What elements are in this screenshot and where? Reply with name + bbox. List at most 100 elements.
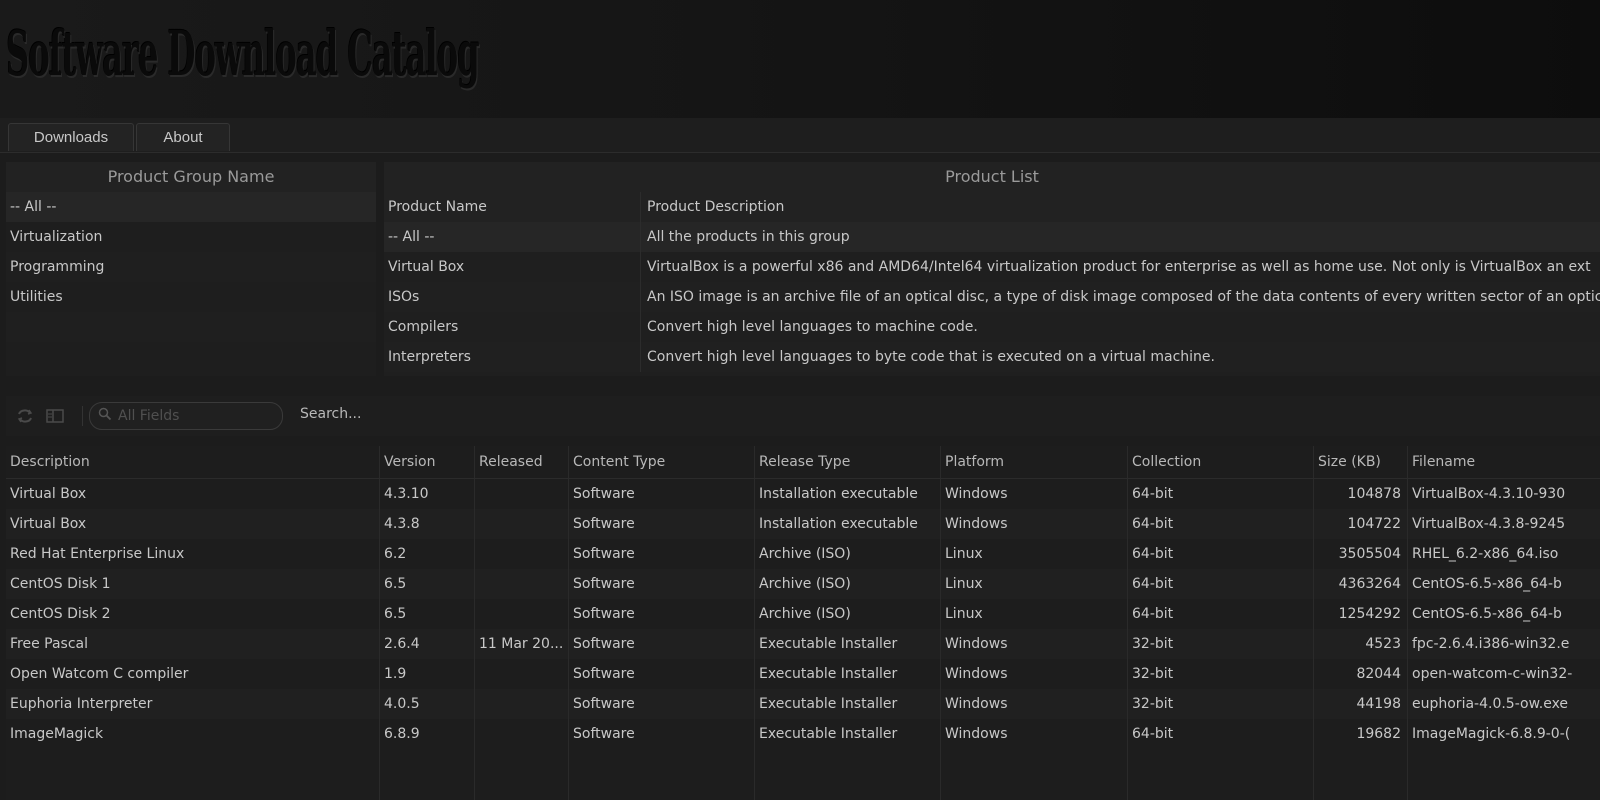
- product-list-header: Product Name Product Description: [384, 192, 1600, 222]
- search-label: Search...: [300, 406, 362, 422]
- cell-collection: 64-bit: [1128, 539, 1314, 569]
- table-header: Description Version Released Content Typ…: [6, 446, 1600, 479]
- column-header-filename[interactable]: Filename: [1408, 446, 1600, 478]
- empty-cell: [569, 749, 755, 800]
- cell-collection: 64-bit: [1128, 509, 1314, 539]
- cell-version: 6.2: [380, 539, 475, 569]
- cell-size: 82044: [1314, 659, 1408, 689]
- cell-filename: RHEL_6.2-x86_64.iso: [1412, 546, 1559, 562]
- table-row[interactable]: Open Watcom C compiler 1.9 Software Executa…: [6, 659, 1600, 689]
- cell-release-type: Executable Installer: [755, 629, 941, 659]
- cell-content-type: Software: [569, 569, 755, 599]
- product-row[interactable]: Virtual Box VirtualBox is a powerful x86…: [384, 252, 1600, 282]
- column-header-product-description[interactable]: Product Description: [641, 192, 1600, 222]
- cell-released: 11 Mar 20...: [475, 629, 569, 659]
- table-row[interactable]: CentOS Disk 1 6.5 Software Archive (ISO) Lin…: [6, 569, 1600, 599]
- column-header-description[interactable]: Description: [6, 446, 380, 478]
- cell-release-type: Archive (ISO): [755, 569, 941, 599]
- column-header-product-name[interactable]: Product Name: [384, 192, 641, 222]
- cell-filename: ImageMagick-6.8.9-0-(: [1412, 726, 1571, 742]
- column-header-release-type[interactable]: Release Type: [755, 446, 941, 478]
- table-row[interactable]: Euphoria Interpreter 4.0.5 Software Executa…: [6, 689, 1600, 719]
- group-item-virtualization[interactable]: Virtualization: [6, 222, 376, 252]
- group-item-utilities[interactable]: Utilities: [6, 282, 376, 312]
- cell-size: 104878: [1314, 479, 1408, 509]
- group-item-programming[interactable]: Programming: [6, 252, 376, 282]
- cell-platform: Windows: [941, 689, 1128, 719]
- cell-collection: 64-bit: [1128, 599, 1314, 629]
- cell-platform: Linux: [941, 599, 1128, 629]
- cell-platform: Windows: [941, 509, 1128, 539]
- cell-size: 104722: [1314, 509, 1408, 539]
- product-row[interactable]: Interpreters Convert high level language…: [384, 342, 1600, 372]
- column-header-content-type[interactable]: Content Type: [569, 446, 755, 478]
- cell-released: [475, 659, 569, 689]
- cell-released: [475, 509, 569, 539]
- search-box[interactable]: [89, 402, 283, 430]
- cell-collection: 64-bit: [1128, 569, 1314, 599]
- product-row[interactable]: ISOs An ISO image is an archive file of …: [384, 282, 1600, 312]
- table-row[interactable]: ImageMagick 6.8.9 Software Executable Insta…: [6, 719, 1600, 749]
- cell-size: 4523: [1314, 629, 1408, 659]
- column-header-version[interactable]: Version: [380, 446, 475, 478]
- downloads-toolbar: Search...: [6, 396, 1600, 436]
- product-name: -- All --: [384, 222, 641, 252]
- tab-downloads[interactable]: Downloads: [8, 123, 134, 151]
- table-row[interactable]: Red Hat Enterprise Linux 6.2 Software Archi…: [6, 539, 1600, 569]
- columns-toggle-icon[interactable]: [46, 408, 64, 424]
- product-row[interactable]: -- All -- All the products in this group: [384, 222, 1600, 252]
- cell-content-type: Software: [569, 689, 755, 719]
- cell-platform: Windows: [941, 629, 1128, 659]
- downloads-table: Description Version Released Content Typ…: [6, 446, 1600, 800]
- cell-version: 2.6.4: [380, 629, 475, 659]
- table-row[interactable]: Free Pascal 2.6.4 11 Mar 20... Software Exec…: [6, 629, 1600, 659]
- column-header-collection[interactable]: Collection: [1128, 446, 1314, 478]
- column-header-platform[interactable]: Platform: [941, 446, 1128, 478]
- product-description: All the products in this group: [647, 229, 850, 245]
- cell-size: 4363264: [1314, 569, 1408, 599]
- cell-released: [475, 599, 569, 629]
- search-input[interactable]: [116, 406, 278, 426]
- empty-cell: [475, 749, 569, 800]
- product-list-panel: Product List Product Name Product Descri…: [384, 162, 1600, 376]
- table-empty-area: [6, 749, 1600, 800]
- cell-released: [475, 719, 569, 749]
- cell-description: ImageMagick: [6, 719, 380, 749]
- table-row[interactable]: Virtual Box 4.3.8 Software Installation exe…: [6, 509, 1600, 539]
- cell-description: Open Watcom C compiler: [6, 659, 380, 689]
- table-row[interactable]: Virtual Box 4.3.10 Software Installation ex…: [6, 479, 1600, 509]
- column-header-size[interactable]: Size (KB): [1314, 446, 1408, 478]
- product-list-title: Product List: [384, 162, 1600, 192]
- cell-description: Euphoria Interpreter: [6, 689, 380, 719]
- cell-release-type: Installation executable: [755, 509, 941, 539]
- cell-filename: CentOS-6.5-x86_64-b: [1412, 576, 1562, 592]
- cell-release-type: Executable Installer: [755, 659, 941, 689]
- cell-platform: Windows: [941, 479, 1128, 509]
- cell-description: CentOS Disk 2: [6, 599, 380, 629]
- cell-released: [475, 569, 569, 599]
- cell-description: Virtual Box: [6, 479, 380, 509]
- cell-size: 1254292: [1314, 599, 1408, 629]
- cell-platform: Windows: [941, 719, 1128, 749]
- refresh-icon[interactable]: [16, 408, 34, 424]
- empty-cell: [755, 749, 941, 800]
- column-header-released[interactable]: Released: [475, 446, 569, 478]
- product-group-header[interactable]: Product Group Name: [6, 162, 376, 192]
- empty-cell: [941, 749, 1128, 800]
- product-group-panel: Product Group Name -- All -- Virtualizat…: [6, 162, 376, 376]
- table-row[interactable]: CentOS Disk 2 6.5 Software Archive (ISO) Lin…: [6, 599, 1600, 629]
- empty-cell: [1408, 749, 1600, 800]
- cell-description: Red Hat Enterprise Linux: [6, 539, 380, 569]
- empty-cell: [6, 749, 380, 800]
- product-row[interactable]: Compilers Convert high level languages t…: [384, 312, 1600, 342]
- tab-about[interactable]: About: [136, 123, 230, 151]
- cell-filename: VirtualBox-4.3.10-930: [1412, 486, 1566, 502]
- cell-collection: 32-bit: [1128, 659, 1314, 689]
- product-name: Compilers: [384, 312, 641, 342]
- cell-release-type: Executable Installer: [755, 689, 941, 719]
- product-description: An ISO image is an archive file of an op…: [647, 289, 1600, 305]
- cell-released: [475, 479, 569, 509]
- group-item-all[interactable]: -- All --: [6, 192, 376, 222]
- product-description: Convert high level languages to byte cod…: [647, 349, 1215, 365]
- table-body: Virtual Box 4.3.10 Software Installation ex…: [6, 479, 1600, 749]
